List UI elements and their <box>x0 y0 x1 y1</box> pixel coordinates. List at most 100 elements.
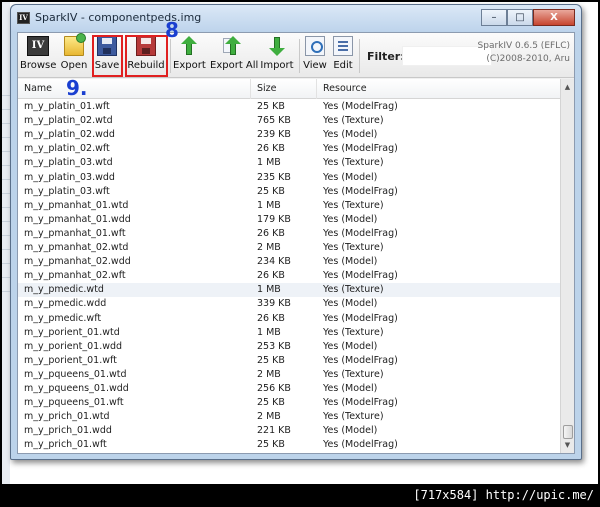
table-row[interactable]: m_y_porient_01.wft 25 KB Yes (ModelFrag) <box>18 354 560 368</box>
table-row[interactable]: m_y_platin_01.wft 25 KB Yes (ModelFrag) <box>18 100 560 114</box>
open-button[interactable]: Open <box>59 33 89 76</box>
row-name-cell: m_y_pqueens_01.wtd <box>24 368 127 380</box>
row-size-cell: 253 KB <box>257 340 291 352</box>
toolbar-separator <box>299 39 300 73</box>
table-row[interactable]: m_y_platin_03.wdd 235 KB Yes (Model) <box>18 171 560 185</box>
table-row[interactable]: m_y_pmedic.wdd 339 KB Yes (Model) <box>18 297 560 311</box>
row-size-cell: 234 KB <box>257 256 291 268</box>
row-resource-cell: Yes (Model) <box>323 340 378 352</box>
table-row[interactable]: m_y_pqueens_01.wft 25 KB Yes (ModelFrag) <box>18 396 560 410</box>
table-row[interactable]: m_y_pqueens_01.wdd 256 KB Yes (Model) <box>18 382 560 396</box>
column-header-name[interactable]: Name <box>18 79 251 99</box>
row-resource-cell: Yes (Texture) <box>323 368 384 380</box>
import-button[interactable]: Import <box>259 36 295 76</box>
row-size-cell: 26 KB <box>257 227 285 239</box>
row-size-cell: 1 MB <box>257 157 281 169</box>
maximize-button[interactable]: □ <box>507 9 533 26</box>
table-row[interactable]: m_y_prich_01.wdd 221 KB Yes (Model) <box>18 424 560 438</box>
title-bar[interactable]: IV SparkIV - componentpeds.img – □ X <box>11 5 581 31</box>
row-resource-cell: Yes (Model) <box>323 171 378 183</box>
table-row[interactable]: m_y_pmanhat_01.wtd 1 MB Yes (Texture) <box>18 199 560 213</box>
table-row[interactable]: m_y_platin_03.wft 25 KB Yes (ModelFrag) <box>18 185 560 199</box>
row-size-cell: 1 MB <box>257 326 281 338</box>
column-header-size[interactable]: Size <box>251 79 317 99</box>
import-arrow-icon <box>267 36 287 56</box>
table-row[interactable]: m_y_pqueens_01.wtd 2 MB Yes (Texture) <box>18 368 560 382</box>
row-resource-cell: Yes (Texture) <box>323 115 384 127</box>
row-resource-cell: Yes (ModelFrag) <box>323 397 398 409</box>
table-row[interactable]: m_y_pmanhat_02.wft 26 KB Yes (ModelFrag) <box>18 269 560 283</box>
scroll-up-icon[interactable]: ▲ <box>561 79 574 95</box>
row-name-cell: m_y_pmanhat_01.wtd <box>24 199 129 211</box>
row-size-cell: 25 KB <box>257 101 285 112</box>
row-size-cell: 2 MB <box>257 411 281 423</box>
row-size-cell: 25 KB <box>257 354 285 366</box>
row-size-cell: 26 KB <box>257 143 285 155</box>
table-row[interactable]: m_y_platin_03.wtd 1 MB Yes (Texture) <box>18 156 560 170</box>
sparkiv-app-icon[interactable]: IV <box>17 12 30 24</box>
row-name-cell: m_y_pqueens_01.wft <box>24 397 124 409</box>
row-size-cell: 221 KB <box>257 425 291 437</box>
file-list[interactable]: Name Size Resource m_y_platin_01.wft 25 K… <box>18 79 574 453</box>
row-resource-cell: Yes (Model) <box>323 383 378 394</box>
row-name-cell: m_y_platin_02.wft <box>24 143 110 155</box>
edit-button[interactable]: Edit <box>331 36 355 76</box>
view-button[interactable]: View <box>302 36 328 76</box>
row-size-cell: 256 KB <box>257 383 291 394</box>
browse-button[interactable]: IV Browse <box>20 36 56 76</box>
row-name-cell: m_y_pmanhat_02.wtd <box>24 242 129 253</box>
version-info: SparkIV 0.6.5 (EFLC) (C)2008-2010, Aru <box>478 40 570 66</box>
row-resource-cell: Yes (Texture) <box>323 242 384 253</box>
column-header-resource[interactable]: Resource <box>317 79 560 99</box>
row-name-cell: m_y_pmedic.wft <box>24 312 102 324</box>
edit-label: Edit <box>333 60 353 71</box>
table-row[interactable]: m_y_pmanhat_02.wdd 234 KB Yes (Model) <box>18 255 560 269</box>
row-resource-cell: Yes (Texture) <box>323 326 384 338</box>
scroll-down-icon[interactable]: ▼ <box>561 437 574 453</box>
table-row[interactable]: m_y_platin_02.wft 26 KB Yes (ModelFrag) <box>18 142 560 156</box>
row-resource-cell: Yes (ModelFrag) <box>323 101 398 112</box>
table-row[interactable]: m_y_pmanhat_02.wtd 2 MB Yes (Texture) <box>18 241 560 255</box>
table-row[interactable]: m_y_prich_01.wft 25 KB Yes (ModelFrag) <box>18 438 560 452</box>
row-resource-cell: Yes (ModelFrag) <box>323 185 398 197</box>
row-resource-cell: Yes (ModelFrag) <box>323 270 398 282</box>
export-button[interactable]: Export <box>173 36 206 76</box>
row-name-cell: m_y_prich_01.wtd <box>24 411 110 423</box>
watermark-text: [717x584] http://upic.me/ <box>413 488 594 502</box>
table-row[interactable]: m_y_pmanhat_01.wft 26 KB Yes (ModelFrag) <box>18 227 560 241</box>
table-row[interactable]: m_y_pmedic.wtd 1 MB Yes (Texture) <box>18 283 560 298</box>
list-header: Name Size Resource <box>18 79 560 99</box>
row-resource-cell: Yes (Texture) <box>323 411 384 423</box>
table-row[interactable]: m_y_platin_02.wtd 765 KB Yes (Texture) <box>18 114 560 128</box>
filter-label: Filter: <box>367 50 405 63</box>
row-size-cell: 1 MB <box>257 199 281 211</box>
row-resource-cell: Yes (Texture) <box>323 199 384 211</box>
row-name-cell: m_y_pmedic.wtd <box>24 284 104 296</box>
row-name-cell: m_y_prich_01.wft <box>24 439 107 451</box>
row-size-cell: 2 MB <box>257 242 281 253</box>
row-resource-cell: Yes (ModelFrag) <box>323 143 398 155</box>
table-row[interactable]: m_y_porient_01.wdd 253 KB Yes (Model) <box>18 340 560 354</box>
table-row[interactable]: m_y_pmedic.wft 26 KB Yes (ModelFrag) <box>18 312 560 326</box>
vertical-scrollbar[interactable]: ▲ ▼ <box>560 79 574 453</box>
row-size-cell: 235 KB <box>257 171 291 183</box>
open-label: Open <box>60 60 88 71</box>
table-row[interactable]: m_y_pmanhat_01.wdd 179 KB Yes (Model) <box>18 213 560 227</box>
toolbar-separator <box>359 39 360 73</box>
row-resource-cell: Yes (Model) <box>323 129 378 141</box>
table-row[interactable]: m_y_platin_02.wdd 239 KB Yes (Model) <box>18 128 560 142</box>
row-name-cell: m_y_platin_01.wft <box>24 101 110 112</box>
table-row[interactable]: m_y_prich_01.wtd 2 MB Yes (Texture) <box>18 410 560 424</box>
close-button[interactable]: X <box>533 9 575 26</box>
save-highlight-box <box>92 35 123 77</box>
step-number-9: 9. <box>66 76 88 100</box>
row-name-cell: m_y_porient_01.wft <box>24 354 117 366</box>
minimize-button[interactable]: – <box>481 9 507 26</box>
row-size-cell: 2 MB <box>257 368 281 380</box>
row-name-cell: m_y_pmanhat_01.wft <box>24 227 126 239</box>
row-size-cell: 25 KB <box>257 185 285 197</box>
toolbar-separator <box>170 39 171 73</box>
browse-icon: IV <box>27 36 49 56</box>
export-all-button[interactable]: Export All <box>210 36 258 76</box>
table-row[interactable]: m_y_porient_01.wtd 1 MB Yes (Texture) <box>18 326 560 340</box>
